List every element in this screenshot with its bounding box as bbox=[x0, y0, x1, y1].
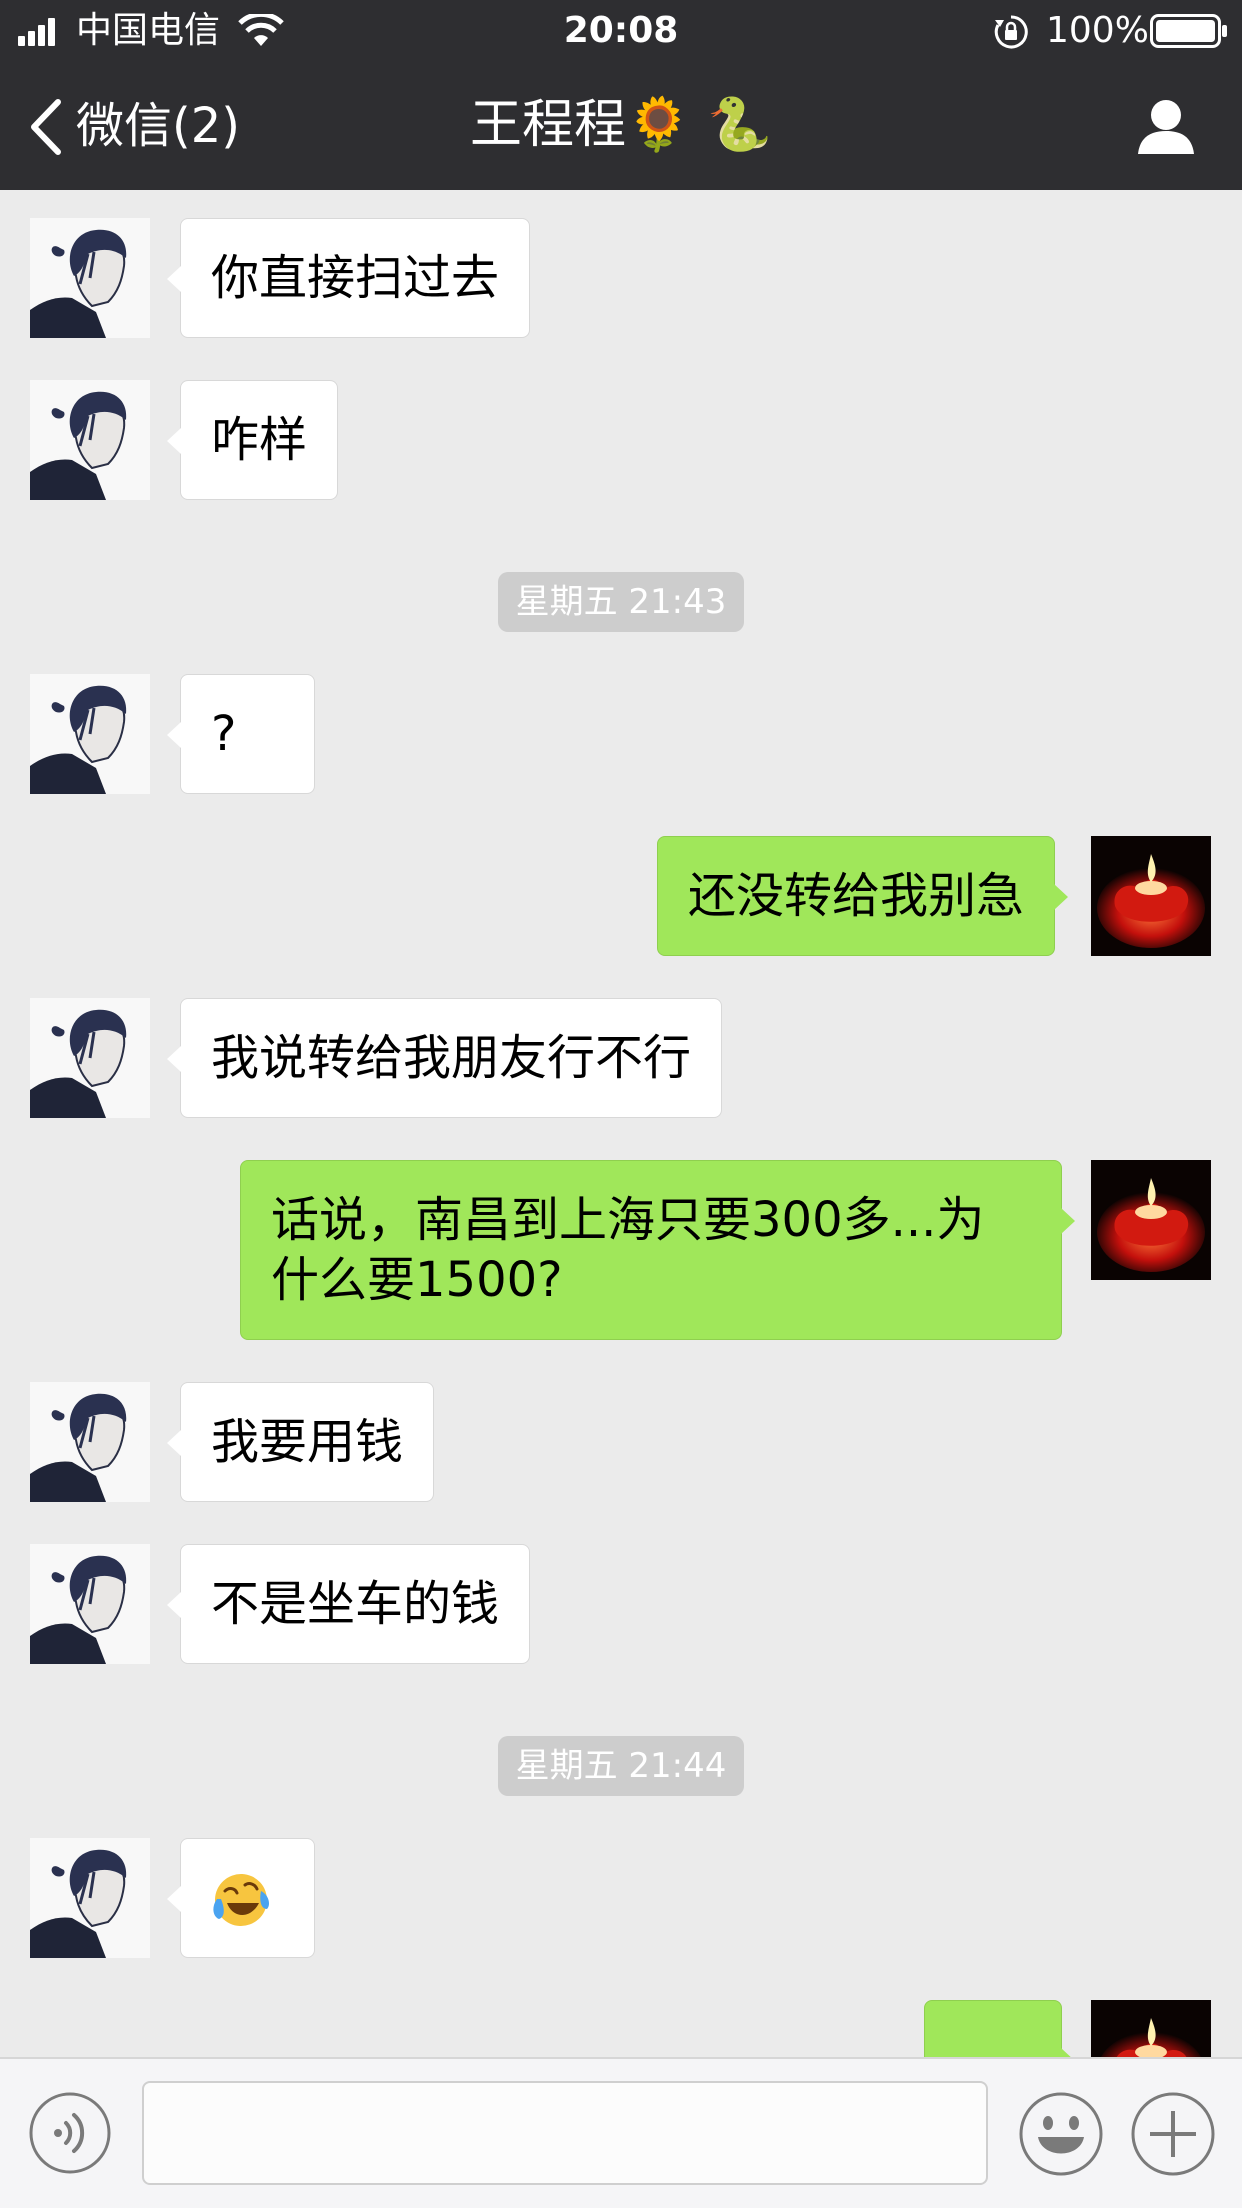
message-input[interactable] bbox=[142, 2081, 988, 2185]
input-toolbar bbox=[0, 2057, 1242, 2208]
contact-avatar[interactable] bbox=[30, 1838, 150, 1958]
message-bubble-received[interactable]: 你直接扫过去 bbox=[166, 218, 531, 338]
timestamp-divider: 星期五 21:44 bbox=[498, 1736, 744, 1796]
avatar-illustration bbox=[30, 1838, 150, 1958]
message-text: 我要用钱 bbox=[211, 1414, 404, 1470]
candle-rose-image bbox=[1091, 836, 1211, 956]
emoji-icon[interactable] bbox=[1018, 2091, 1104, 2177]
message-text: ? bbox=[211, 706, 237, 762]
avatar-illustration bbox=[30, 1382, 150, 1502]
avatar-illustration bbox=[30, 218, 150, 338]
message-text: 不是坐车的钱 bbox=[211, 1576, 500, 1632]
avatar-illustration bbox=[30, 998, 150, 1118]
contact-avatar[interactable] bbox=[30, 674, 150, 794]
message-bubble-received[interactable]: 不是坐车的钱 bbox=[166, 1544, 531, 1664]
contact-avatar[interactable] bbox=[30, 1382, 150, 1502]
crying-laughing-face-icon bbox=[213, 1874, 269, 1926]
message-bubble-received[interactable]: ? bbox=[167, 674, 315, 794]
message-text: 你直接扫过去 bbox=[211, 250, 500, 306]
my-avatar[interactable] bbox=[1091, 1160, 1211, 1280]
contact-avatar[interactable] bbox=[30, 380, 150, 500]
message-text: 还没转给我别急 bbox=[688, 868, 1025, 924]
status-bar: 中国电信 20:08 100% bbox=[0, 0, 1242, 62]
message-bubble-received[interactable]: 咋样 bbox=[166, 380, 339, 500]
message-bubble-received[interactable]: 我要用钱 bbox=[166, 1382, 435, 1502]
battery-percentage: 100% bbox=[1046, 10, 1149, 51]
plus-icon[interactable] bbox=[1130, 2091, 1216, 2177]
avatar-illustration bbox=[30, 674, 150, 794]
message-text: 我说转给我朋友行不行 bbox=[211, 1030, 692, 1086]
message-text: 咋样 bbox=[211, 412, 308, 468]
message-bubble-sent[interactable]: 话说，南昌到上海只要300多...为什么要1500? bbox=[240, 1160, 1075, 1340]
message-bubble-received[interactable] bbox=[167, 1838, 315, 1958]
voice-icon[interactable] bbox=[28, 2091, 112, 2175]
message-text: 话说，南昌到上海只要300多...为什么要1500? bbox=[271, 1192, 985, 1308]
candle-rose-image bbox=[1091, 1160, 1211, 1280]
avatar-illustration bbox=[30, 1544, 150, 1664]
my-avatar[interactable] bbox=[1091, 836, 1211, 956]
timestamp-divider: 星期五 21:43 bbox=[498, 572, 744, 632]
person-icon[interactable] bbox=[1136, 98, 1196, 156]
contact-avatar[interactable] bbox=[30, 1544, 150, 1664]
chat-header: 微信(2) 王程程🌻 🐍 bbox=[0, 62, 1242, 190]
message-bubble-received[interactable]: 我说转给我朋友行不行 bbox=[166, 998, 723, 1118]
battery-icon bbox=[1150, 14, 1227, 48]
message-bubble-sent[interactable]: 还没转给我别急 bbox=[657, 836, 1069, 956]
avatar-illustration bbox=[30, 380, 150, 500]
contact-avatar[interactable] bbox=[30, 218, 150, 338]
chat-title: 王程程🌻 🐍 bbox=[469, 95, 773, 155]
rotation-lock-icon bbox=[994, 15, 1028, 49]
contact-avatar[interactable] bbox=[30, 998, 150, 1118]
